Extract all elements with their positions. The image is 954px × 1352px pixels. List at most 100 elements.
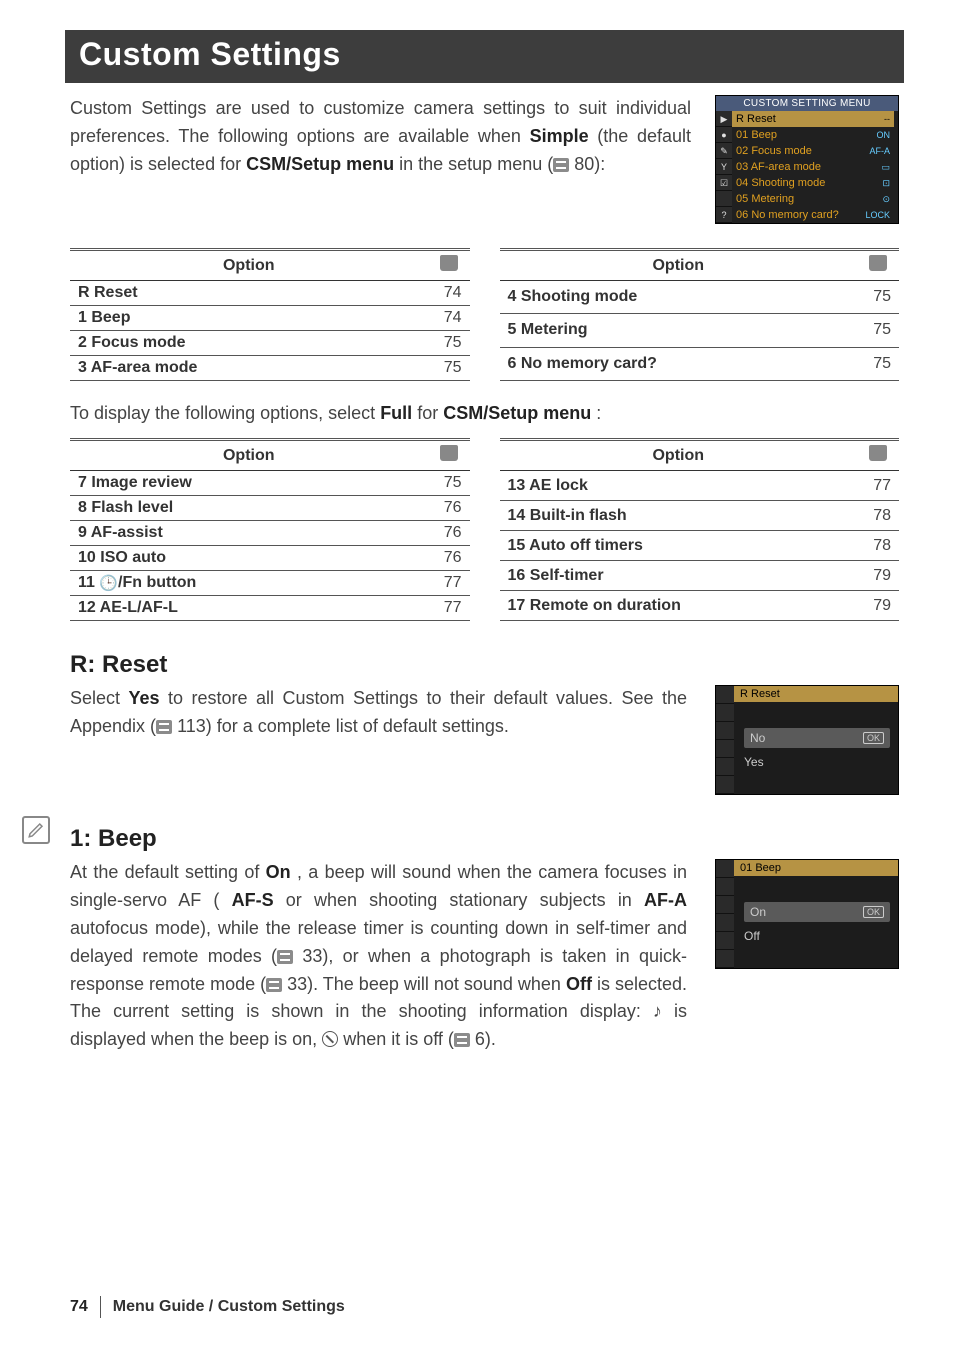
menu-row: R Reset-- [732, 111, 894, 127]
menu-row-val: AF-A [869, 143, 890, 159]
option-num: 11 [78, 574, 99, 591]
option-page: 74 [428, 281, 470, 306]
between-b2: CSM/Setup menu [443, 403, 591, 423]
note-icon: ♪ [653, 998, 662, 1026]
footer-divider [100, 1296, 101, 1318]
menu-row-num: 04 [736, 177, 748, 189]
book-icon [440, 445, 458, 461]
menu-thumb-list: R Reset-- 01 BeepON 02 Focus modeAF-A 03… [732, 111, 894, 223]
book-icon [869, 255, 887, 271]
menu-row: 02 Focus mode AF-A [732, 143, 894, 159]
intro-ref: 80): [569, 154, 605, 174]
thumb-opt-label: Yes [744, 755, 764, 769]
page-number: 74 [70, 1298, 88, 1316]
menu-row-val: -- [884, 111, 890, 127]
option-page: 75 [428, 471, 470, 496]
thumb-sidebar [716, 686, 734, 794]
beep-heading: 1: Beep [70, 825, 899, 853]
menu-row-num: 02 [736, 145, 748, 157]
option-page: 79 [857, 561, 899, 591]
option-page: 74 [428, 306, 470, 331]
option-name: 7 Image review [70, 471, 428, 496]
menu-row-num: 03 [736, 161, 748, 173]
col-option: Option [500, 250, 858, 281]
intro-text: Custom Settings are used to customize ca… [70, 95, 691, 224]
thumb-opt-label: Off [744, 929, 760, 943]
beep-ref3: 6). [470, 1029, 496, 1049]
table-row: 15 Auto off timers78 [500, 531, 900, 561]
thumb-option: NoOK [744, 728, 890, 748]
option-name: 11 🕒/Fn button [70, 571, 428, 596]
option-name: 4 Shooting mode [500, 281, 858, 314]
menu-row-label: No memory card? [751, 209, 838, 221]
option-page: 75 [428, 356, 470, 381]
ok-icon: OK [863, 906, 884, 918]
footer: 74 Menu Guide / Custom Settings [70, 1296, 899, 1318]
table-row: 4 Shooting mode75 [500, 281, 900, 314]
menu-row-val: ⊡ [882, 175, 890, 191]
thumb-title-label: Reset [751, 688, 780, 700]
col-option: Option [70, 440, 428, 471]
option-name: 6 No memory card? [500, 347, 858, 380]
option-name: 8 Flash level [70, 496, 428, 521]
reset-section: Select Yes to restore all Custom Setting… [70, 685, 899, 795]
option-name: 3 AF-area mode [70, 356, 428, 381]
page-ref-icon [156, 720, 172, 734]
option-page: 79 [857, 591, 899, 621]
intro-block: Custom Settings are used to customize ca… [70, 95, 899, 224]
option-table-right: Option 4 Shooting mode75 5 Metering75 6 … [500, 248, 900, 381]
intro-part3: in the setup menu ( [399, 154, 553, 174]
table-row: 8 Flash level76 [70, 496, 470, 521]
option-tables-full: Option 7 Image review75 8 Flash level76 … [70, 438, 899, 621]
menu-row-label: Beep [751, 129, 777, 141]
custom-setting-menu-thumb: CUSTOM SETTING MENU ▶●✎Y☑? R Reset-- 01 … [715, 95, 899, 224]
col-page-icon [428, 250, 470, 281]
menu-row-label: AF-area mode [751, 161, 821, 173]
beep-b3: AF-A [644, 890, 687, 910]
page-ref-icon [553, 158, 569, 172]
page-ref-icon [454, 1033, 470, 1047]
menu-row-label: Focus mode [751, 145, 812, 157]
option-page: 77 [428, 571, 470, 596]
table-row: 9 AF-assist76 [70, 521, 470, 546]
col-option: Option [500, 440, 858, 471]
menu-row-num: 06 [736, 209, 748, 221]
beep-ref2: 33). The beep will not sound when [282, 974, 566, 994]
table-row: 14 Built-in flash78 [500, 501, 900, 531]
beep-p1: At the default setting of [70, 862, 266, 882]
option-name: 5 Metering [500, 314, 858, 347]
timer-icon: 🕒 [99, 574, 118, 592]
option-page: 77 [428, 596, 470, 621]
reset-p1: Select [70, 688, 129, 708]
pencil-margin-icon [22, 816, 50, 844]
ok-icon: OK [863, 732, 884, 744]
table-row: R Reset74 [70, 281, 470, 306]
thumb-prefix: R [740, 688, 748, 700]
intro-bold2: CSM/Setup menu [246, 154, 394, 174]
option-name: 15 Auto off timers [500, 531, 858, 561]
option-table-right: Option 13 AE lock77 14 Built-in flash78 … [500, 438, 900, 621]
reset-thumb: R Reset NoOK Yes [715, 685, 899, 795]
thumb-title: 01 Beep [734, 860, 898, 876]
thumb-option: Off [744, 926, 890, 946]
thumb-prefix: 01 [740, 862, 752, 874]
option-name: 14 Built-in flash [500, 501, 858, 531]
between-b1: Full [380, 403, 412, 423]
beep-thumb: 01 Beep OnOK Off [715, 859, 899, 969]
option-name: R Reset [70, 281, 428, 306]
option-page: 75 [857, 314, 899, 347]
beep-p3: or when shooting stationary subjects in [286, 890, 644, 910]
option-page: 78 [857, 531, 899, 561]
beep-p7: when it is off ( [338, 1029, 454, 1049]
option-page: 77 [857, 471, 899, 501]
col-page-icon [428, 440, 470, 471]
table-row: 17 Remote on duration79 [500, 591, 900, 621]
thumb-title-label: Beep [755, 862, 781, 874]
option-page: 75 [428, 331, 470, 356]
beep-b1: On [266, 862, 291, 882]
option-name: 2 Focus mode [70, 331, 428, 356]
table-row: 11 🕒/Fn button77 [70, 571, 470, 596]
table-row: 1 Beep74 [70, 306, 470, 331]
thumb-sidebar [716, 860, 734, 968]
reset-ref: 113) for a complete list of default sett… [172, 716, 509, 736]
